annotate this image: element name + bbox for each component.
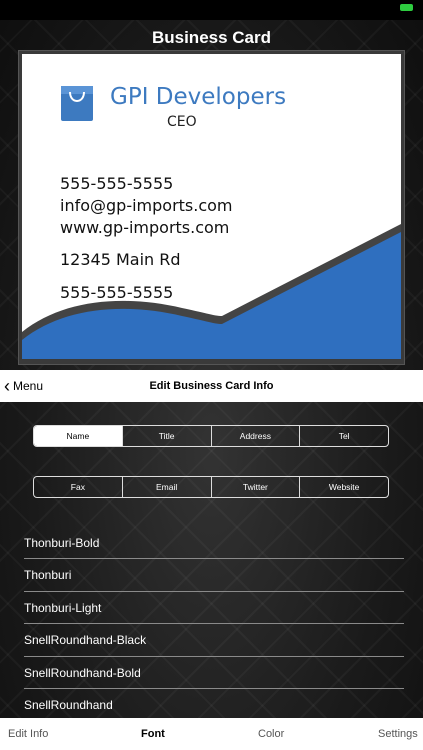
segment-tel[interactable]: Tel <box>299 426 388 446</box>
business-card-preview[interactable]: GPI Developers CEO 555-555-5555 info@gp-… <box>22 54 401 359</box>
segment-website[interactable]: Website <box>299 477 388 497</box>
tab-settings[interactable]: Settings <box>378 718 418 750</box>
battery-icon <box>400 4 413 11</box>
chevron-left-icon: ‹ <box>4 376 10 396</box>
card-job-title: CEO <box>167 114 197 130</box>
tab-bar: Edit Info Font Color Settings <box>0 718 423 750</box>
back-button-label: Menu <box>13 379 44 393</box>
font-item[interactable]: SnellRoundhand-Bold <box>24 657 404 689</box>
navigation-bar: ‹ Menu Edit Business Card Info <box>0 370 423 402</box>
segment-name[interactable]: Name <box>34 426 122 446</box>
segment-address[interactable]: Address <box>210 426 300 446</box>
nav-title: Edit Business Card Info <box>149 380 274 392</box>
segment-title[interactable]: Title <box>121 426 211 446</box>
card-website: www.gp-imports.com <box>60 218 230 237</box>
font-item[interactable]: Thonburi-Bold <box>24 527 404 560</box>
segment-email[interactable]: Email <box>121 477 211 497</box>
font-item[interactable]: SnellRoundhand <box>24 689 404 721</box>
card-company-name: GPI Developers <box>110 84 287 110</box>
shopping-bag-icon <box>61 86 93 121</box>
card-email: info@gp-imports.com <box>60 196 233 215</box>
field-selector-row-2: Fax Email Twitter Website <box>33 476 389 498</box>
font-item[interactable]: Thonburi-Light <box>24 592 404 625</box>
field-selector-row-1: Name Title Address Tel <box>33 425 389 447</box>
card-fax: 555-555-5555 <box>60 283 174 302</box>
font-item[interactable]: SnellRoundhand-Black <box>24 624 404 657</box>
segment-fax[interactable]: Fax <box>34 477 122 497</box>
font-item[interactable]: Thonburi <box>24 559 404 592</box>
tab-color[interactable]: Color <box>258 718 284 750</box>
tab-edit-info[interactable]: Edit Info <box>8 718 48 750</box>
card-phone: 555-555-5555 <box>60 174 174 193</box>
segment-twitter[interactable]: Twitter <box>210 477 300 497</box>
font-list: Thonburi-Bold Thonburi Thonburi-Light Sn… <box>24 527 404 721</box>
tab-font[interactable]: Font <box>141 718 165 750</box>
card-address: 12345 Main Rd <box>60 250 181 269</box>
status-bar <box>0 0 423 20</box>
page-title: Business Card <box>151 28 272 47</box>
menu-back-button[interactable]: ‹ Menu <box>4 370 43 402</box>
